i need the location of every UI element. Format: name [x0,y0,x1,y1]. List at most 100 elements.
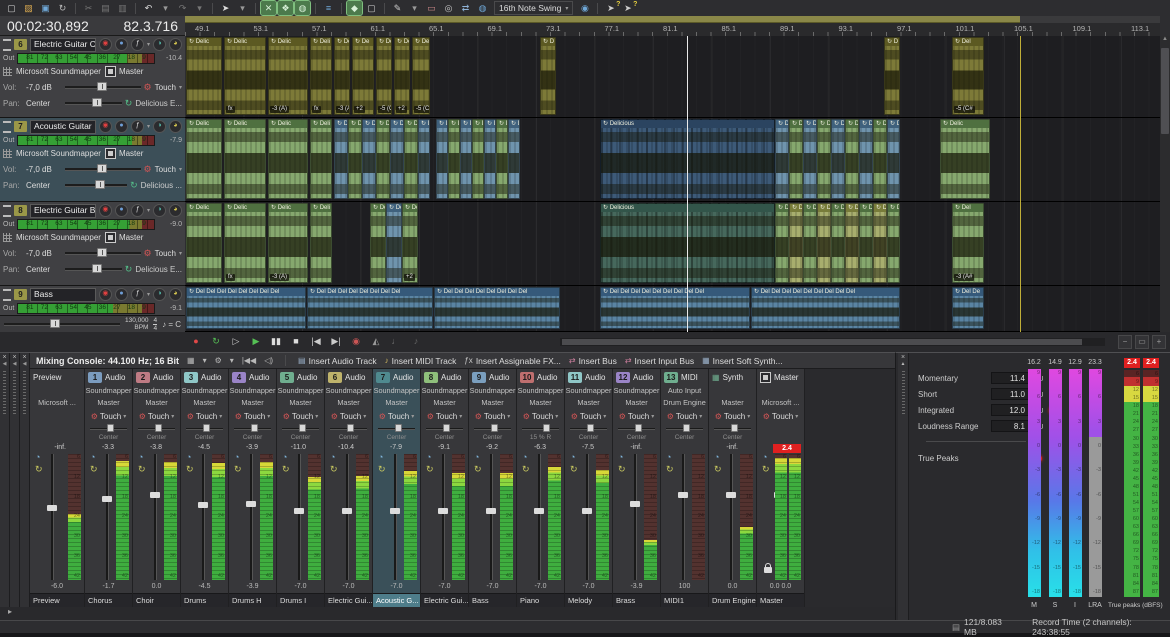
plugin-swirl-icon[interactable]: ↻ [474,465,482,474]
dock-tab-3[interactable]: ×◀ [20,353,30,621]
volume-slider[interactable] [65,248,141,258]
automation-gear-icon[interactable]: ⚙ [144,164,152,175]
channel-fader[interactable] [202,454,205,580]
fx-plugin-icon[interactable]: ↻ [125,264,133,275]
fader-handle[interactable] [438,508,448,514]
play-from-start-button[interactable]: ▷ [228,334,244,349]
automation-gear-icon[interactable]: ⚙ [139,412,146,421]
plugin-swirl-icon[interactable]: ↻ [426,465,434,474]
fx-plugin-icon[interactable]: ↻ [130,180,138,191]
channel-fader[interactable] [154,454,157,580]
fader-handle[interactable] [198,502,208,508]
automation-dropdown[interactable]: ▾ [699,413,702,420]
fx-button[interactable]: ƒ [131,120,144,133]
drag-grip[interactable] [23,371,26,415]
channel-fader[interactable] [346,454,349,580]
spectrum-tool-icon[interactable]: ⇄ [458,1,473,15]
automation-mode-button[interactable]: Touch [724,412,745,421]
pan-slider[interactable] [90,423,127,434]
audio-clip[interactable]: ↻ Delic-3 (A) [268,37,308,115]
strip-name[interactable]: Piano [517,593,564,607]
save-icon[interactable]: ▣ [38,1,53,15]
audio-clip[interactable]: ↻ Deli [310,119,332,199]
mixer-view-dropdown[interactable]: ▾ [203,356,207,365]
plugin-swirl-icon[interactable]: ↻ [90,465,98,474]
slider-handle[interactable] [95,180,105,189]
fx-dropdown[interactable]: ▾ [147,291,150,298]
channel-fader[interactable] [250,454,253,580]
track-lane-3[interactable]: ↻ Delic↻ Delicfx↻ Delic-3 (A)↻ Deli↻ De↻… [185,202,1160,286]
channel-fader[interactable] [586,454,589,580]
track-header-electric-guitar-b[interactable]: 8Electric Guitar B◉●ƒ▾◑◕Out8172635445362… [0,202,185,286]
automation-mode-button[interactable]: Touch [100,412,121,421]
collapse-icon[interactable]: ◀ [10,361,19,367]
mixer-settings-dropdown[interactable]: ▾ [230,356,234,365]
track-header-bass[interactable]: 9Bass◉●ƒ▾◑◕Out81726354453627189-9.1 [0,286,185,316]
automation-mode-button[interactable]: Touch [340,412,361,421]
mixer-strip-acoustic-g[interactable]: 7AudioSoundmapperMaster⚙Touch▾Center-7.9… [373,369,421,607]
fx-button[interactable]: ƒ [131,204,144,217]
insert-fx-icon[interactable]: ◔ [522,453,527,462]
automation-dropdown[interactable]: ▾ [267,413,270,420]
audio-clip[interactable]: ↻ Delic [186,37,222,115]
automation-mode-button[interactable]: Touch [628,412,649,421]
mixer-strip-bass[interactable]: 9AudioSoundmapperMaster⚙Touch▾Center-9.2… [469,369,517,607]
audio-clip[interactable]: ↻ D [887,119,900,199]
minimize-track-icon[interactable] [3,205,11,217]
redo-dropdown[interactable]: ▾ [192,1,207,15]
audio-clip[interactable]: ↻ D [884,37,900,115]
channel-fader[interactable] [682,454,685,580]
plugin-swirl-icon[interactable]: ↻ [282,465,290,474]
audio-clip[interactable]: ↻ Del Del Del Del Del Del Del Del Del [600,287,750,329]
routing-grid-icon[interactable] [3,233,12,242]
ripple-edit-tool-icon[interactable]: ❖ [278,1,293,15]
automation-mode-button[interactable]: Touch [436,412,457,421]
automation-dropdown[interactable]: ▾ [179,166,182,173]
scrollbar-thumb[interactable] [562,339,1082,345]
audio-clip[interactable]: ↻ Del-3 (A# [952,203,984,283]
automation-gear-icon[interactable]: ⚙ [427,412,434,421]
paint-tool-icon[interactable]: ✎ [390,1,405,15]
automation-gear-icon[interactable]: ⚙ [667,412,674,421]
audio-clip[interactable]: ↻ De [831,119,845,199]
automation-dropdown[interactable]: ▾ [363,413,366,420]
mixer-strip-midi1[interactable]: 13MIDIAuto InputDrum Engine⚙Touch▾Center… [661,369,709,607]
insert-fx-icon[interactable]: ◔ [762,453,767,462]
audio-clip[interactable]: ↻ De [404,119,418,199]
audio-clip[interactable]: ↻ Delic [224,119,266,199]
audio-clip[interactable]: ↻ D [472,119,484,199]
pan-slider[interactable] [618,423,655,434]
context-help-icon[interactable]: ➤? [620,1,635,15]
drag-grip[interactable] [902,371,905,415]
swing-preset-select[interactable]: 16th Note Swing▾ [494,1,573,15]
audio-clip[interactable]: ↻ Delic [940,119,990,199]
plugin-swirl-icon[interactable]: ↻ [762,465,770,474]
fader-handle[interactable] [630,501,640,507]
mute-button[interactable]: ● [115,204,128,217]
envelope-tool-icon[interactable]: ≡ [321,1,336,15]
close-icon[interactable]: × [20,354,29,361]
audio-clip[interactable]: ↻ D [508,119,520,199]
quick-help-icon[interactable]: ➤? [603,1,618,15]
audio-clip[interactable]: ↻ Delic-5 (C) [412,37,430,115]
track-header-acoustic-guitar[interactable]: 7Acoustic Guitar◉●ƒ▾◑◕Out817263544536271… [0,118,185,202]
audio-clip[interactable]: ↻ De+2 [394,37,410,115]
automation-dropdown[interactable]: ▾ [179,250,182,257]
audio-clip[interactable]: ↻ De [845,203,859,283]
record-arm-button[interactable]: ◉ [99,120,112,133]
pointer-tool-icon[interactable]: ➤ [218,1,233,15]
audio-clip[interactable]: ↻ De [873,119,887,199]
loop-playback-button[interactable]: ↻ [208,334,224,349]
pan-slider[interactable] [714,423,751,434]
automation-dropdown[interactable]: ▾ [315,413,318,420]
peak-clip-value[interactable]: 2.4 [1143,358,1159,368]
paste-icon[interactable]: ▥ [115,1,130,15]
record-arm-button[interactable]: ◉ [99,38,112,51]
insert-fx-icon[interactable]: ◔ [234,453,239,462]
channel-fader[interactable] [730,454,733,580]
routing-grid-icon[interactable] [3,67,12,76]
audio-clip[interactable]: ↻ De [873,203,887,283]
channel-fader[interactable] [394,454,397,580]
zoom-in-button[interactable]: + [1152,335,1166,349]
mixer-strip-brass[interactable]: 12AudioSoundmapperMaster⚙Touch▾Center-in… [613,369,661,607]
